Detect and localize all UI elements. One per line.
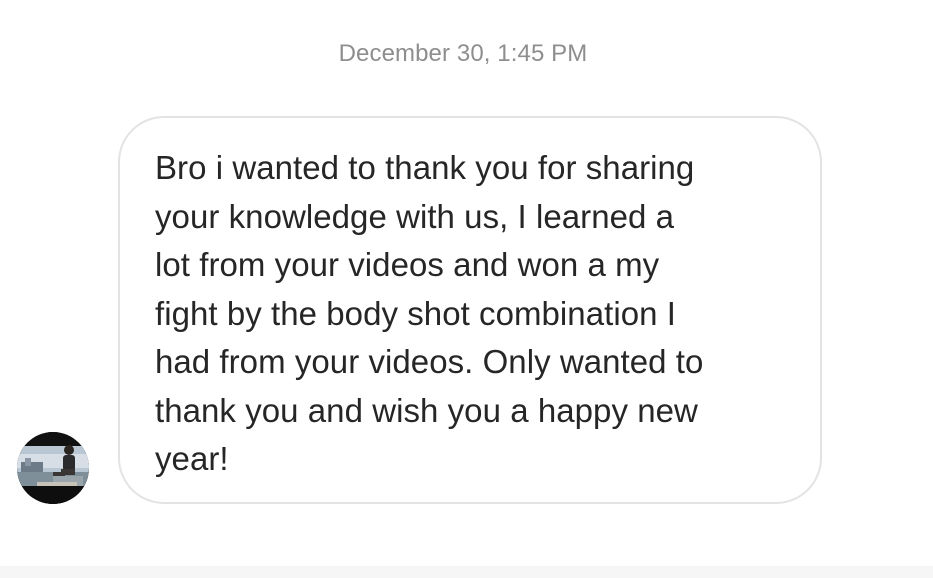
bottom-edge-bar bbox=[0, 566, 933, 578]
profile-photo-icon bbox=[17, 432, 89, 504]
message-bubble[interactable]: Bro i wanted to thank you for sharing yo… bbox=[118, 116, 822, 504]
message-text: Bro i wanted to thank you for sharing yo… bbox=[155, 149, 704, 477]
message-thread: December 30, 1:45 PM Bro i wanted to tha… bbox=[0, 0, 933, 566]
incoming-message-row: Bro i wanted to thank you for sharing yo… bbox=[0, 116, 933, 508]
sender-avatar[interactable] bbox=[17, 432, 89, 504]
message-timestamp: December 30, 1:45 PM bbox=[338, 40, 588, 67]
